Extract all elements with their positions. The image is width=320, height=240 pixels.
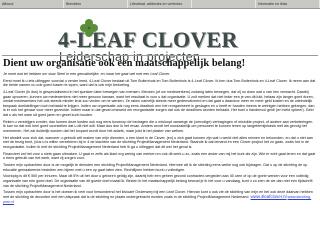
paragraph-5: Financieel zal het voor u niets gaan uit… bbox=[3, 151, 316, 161]
nav-item-about[interactable]: Afboud bbox=[0, 0, 64, 8]
website-link[interactable]: www.4leafclover.nl bbox=[250, 194, 286, 199]
paragraph-1: Eerst moet ik u iets uitleggen voordat u… bbox=[3, 78, 316, 88]
nav-item-blank[interactable] bbox=[192, 0, 256, 8]
header-divider bbox=[2, 55, 318, 56]
paragraph-2: 4-Leaf Clover (ik dus) is gespecialiseer… bbox=[3, 89, 315, 117]
top-navigation-bar: Afboud Bieroblen Lifectiviat, artitectes… bbox=[0, 0, 320, 9]
nav-item-services[interactable]: Bieroblen bbox=[64, 0, 128, 8]
paragraph-6: Tussen mijn opdrachten door is de mogeli… bbox=[3, 163, 308, 172]
page-heading: Dient uw organisatie ook een maatschappe… bbox=[3, 58, 246, 69]
paragraph-3: Reken u verstrijgen zonder, dan komen de… bbox=[3, 119, 314, 133]
paragraph-4: Het afvalelt voor zich dat, wanneer u ge… bbox=[3, 135, 313, 149]
paragraph-7: Voorlopig is dit € 500 per inhuren. Maar… bbox=[3, 174, 313, 188]
nav-item-info-links[interactable]: Informatie en links bbox=[256, 0, 320, 8]
nav-item-references[interactable]: Lifectiviat, artitectes en verfectes bbox=[128, 0, 192, 8]
intro-text: Je moet wat tel hebben om sluw Steel in … bbox=[3, 72, 171, 76]
main-content: Dient uw organisatie ook een maatschappe… bbox=[3, 58, 317, 238]
paragraph-8: Tussen mijn opdrachten door is het doese… bbox=[3, 190, 317, 204]
header-banner: 4-LEAF CLOVER Leiderschap in projecten bbox=[0, 9, 320, 64]
